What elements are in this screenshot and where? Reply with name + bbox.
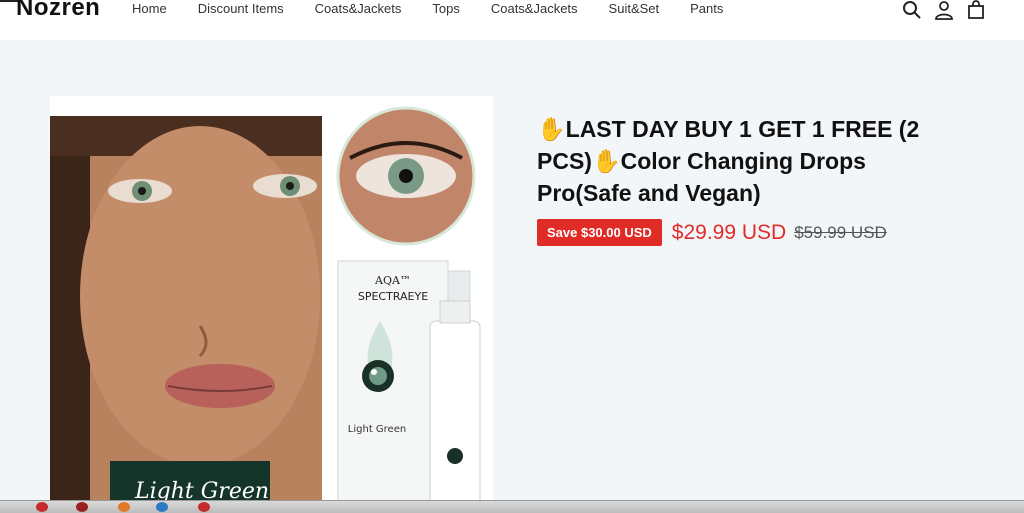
site-header: Nozren Home Discount Items Coats&Jackets… (0, 0, 1024, 40)
compare-price: $59.99 USD (794, 222, 887, 242)
nav-item-home[interactable]: Home (132, 1, 167, 16)
account-icon[interactable] (934, 0, 954, 20)
taskbar-app-icon[interactable] (36, 502, 48, 512)
nav-item-discount-items[interactable]: Discount Items (198, 1, 284, 16)
sale-price: $29.99 USD (671, 220, 787, 244)
box-line: SPECTRAEYE (358, 290, 428, 303)
search-icon[interactable] (902, 0, 922, 20)
box-shade: Light Green (348, 424, 406, 435)
product-bottle (429, 320, 481, 506)
nav-item-pants[interactable]: Pants (690, 1, 723, 16)
taskbar-app-icon[interactable] (118, 502, 130, 512)
cart-icon[interactable] (966, 0, 986, 20)
save-badge: Save $30.00 USD (537, 219, 662, 246)
os-taskbar (0, 500, 1024, 513)
box-brand: AQA™ (374, 274, 411, 287)
taskbar-app-icon[interactable] (76, 502, 88, 512)
price-row: Save $30.00 USD $29.99 USD $59.99 USD (537, 219, 887, 246)
product-photo: Light Green AQA™ SPECTRAEYE Light Green (50, 106, 481, 506)
raised-hand-emoji-2: ✋ (591, 148, 621, 174)
taskbar-app-icon[interactable] (198, 502, 210, 512)
header-icons (902, 0, 986, 20)
taskbar-app-icon[interactable] (156, 502, 168, 512)
store-logo[interactable]: Nozren (16, 0, 100, 22)
main-nav: Home Discount Items Coats&Jackets Tops C… (132, 1, 754, 16)
nav-item-tops[interactable]: Tops (432, 1, 459, 16)
product-title: ✋LAST DAY BUY 1 GET 1 FREE (2 PCS)✋Color… (537, 113, 957, 209)
nav-item-coats-jackets[interactable]: Coats&Jackets (315, 1, 402, 16)
nav-item-suit-set[interactable]: Suit&Set (609, 1, 660, 16)
raised-hand-emoji: ✋ (537, 116, 566, 142)
product-image[interactable]: Light Green AQA™ SPECTRAEYE Light Green (50, 96, 493, 506)
nav-item-coats-jackets-2[interactable]: Coats&Jackets (491, 1, 578, 16)
